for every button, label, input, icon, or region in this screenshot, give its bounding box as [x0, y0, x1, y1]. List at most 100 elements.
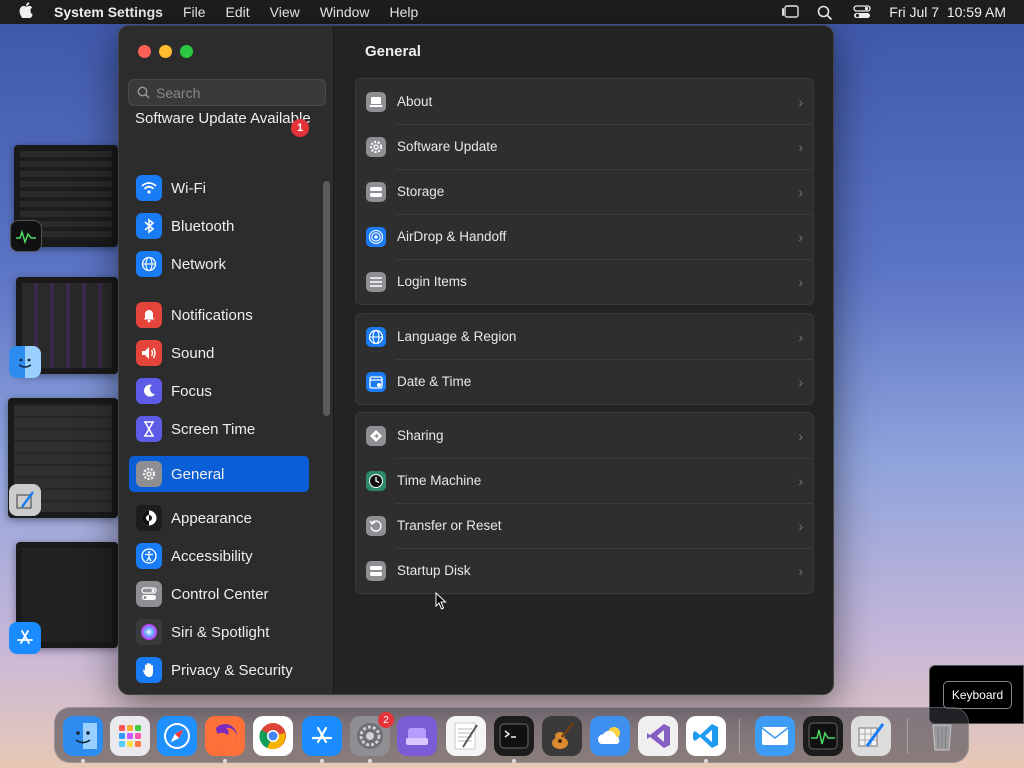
row-date-time[interactable]: Date & Time › — [356, 359, 813, 404]
row-label: Language & Region — [397, 329, 517, 344]
chrome-icon[interactable] — [253, 716, 293, 756]
sidebar-item-screen-time[interactable]: Screen Time — [129, 411, 309, 447]
apple-menu-icon[interactable] — [0, 1, 52, 23]
menu-help[interactable]: Help — [380, 0, 429, 24]
row-airdrop-handoff[interactable]: AirDrop & Handoff › — [356, 214, 813, 259]
running-indicator — [704, 759, 708, 763]
finder-icon[interactable] — [63, 716, 103, 756]
sidebar-item-bluetooth[interactable]: Bluetooth — [129, 208, 309, 244]
spotlight-search-icon[interactable] — [817, 5, 835, 21]
sidebar-item-wi-fi[interactable]: Wi-Fi — [129, 170, 309, 206]
stack-icon[interactable] — [397, 716, 437, 756]
content-pane: General About › Software Update › Storage › Ai… — [334, 26, 833, 694]
chevron-right-icon: › — [798, 94, 803, 110]
speaker-icon — [136, 340, 162, 366]
appearance-icon — [136, 505, 162, 531]
sidebar-item-label: Control Center — [171, 585, 269, 603]
row-software-update[interactable]: Software Update › — [356, 124, 813, 169]
chevron-right-icon: › — [798, 229, 803, 245]
sidebar-item-accessibility[interactable]: Accessibility — [129, 538, 309, 574]
control-center-icon — [136, 581, 162, 607]
vscode-icon[interactable] — [686, 716, 726, 756]
sidebar-item-focus[interactable]: Focus — [129, 373, 309, 409]
menu-file[interactable]: File — [173, 0, 216, 24]
running-indicator — [223, 759, 227, 763]
search-input[interactable] — [156, 84, 316, 101]
hourglass-icon — [136, 416, 162, 442]
firefox-icon[interactable] — [205, 716, 245, 756]
row-language-region[interactable]: Language & Region › — [356, 314, 813, 359]
row-about[interactable]: About › — [356, 79, 813, 124]
chevron-right-icon: › — [798, 184, 803, 200]
sidebar-item-label: Sound — [171, 344, 215, 362]
menubar-clock[interactable]: Fri Jul 7 10:59 AM — [889, 4, 1006, 20]
running-indicator — [320, 759, 324, 763]
sidebar-item-notifications[interactable]: Notifications — [129, 297, 309, 333]
close-window-button[interactable] — [138, 45, 151, 58]
dock-badge: 2 — [378, 712, 394, 728]
row-login-items[interactable]: Login Items › — [356, 259, 813, 304]
system-settings-icon[interactable]: 2 — [350, 712, 394, 756]
row-label: Sharing — [397, 428, 444, 443]
search-field[interactable] — [128, 79, 326, 106]
menu-edit[interactable]: Edit — [216, 0, 260, 24]
calendar-icon — [366, 371, 386, 392]
disk-icon — [366, 560, 386, 581]
sidebar-item-network[interactable]: Network — [129, 246, 309, 282]
sidebar-item-general[interactable]: General — [129, 456, 309, 492]
control-center-icon[interactable] — [853, 5, 871, 19]
row-label: Login Items — [397, 274, 467, 289]
menu-bar: System Settings File Edit View Window He… — [0, 0, 1024, 24]
system-settings-window: Software Update Available 1 Wi-FiBluetoo… — [118, 25, 834, 695]
app-menu[interactable]: System Settings — [52, 0, 173, 24]
sidebar-item-label: Siri & Spotlight — [171, 623, 270, 641]
launchpad-icon[interactable] — [110, 716, 150, 756]
clock-icon — [366, 470, 386, 491]
reset-icon — [366, 515, 386, 536]
menu-view[interactable]: View — [260, 0, 310, 24]
mouse-cursor-icon — [435, 592, 447, 610]
stage-manager-icon[interactable] — [781, 5, 799, 19]
row-label: Transfer or Reset — [397, 518, 502, 533]
sidebar-item-label: Appearance — [171, 509, 252, 527]
textedit-icon[interactable] — [446, 716, 486, 756]
sidebar-item-label: Accessibility — [171, 547, 253, 565]
row-storage[interactable]: Storage › — [356, 169, 813, 214]
activity-monitor-icon — [10, 220, 42, 252]
chevron-right-icon: › — [798, 374, 803, 390]
moon-icon — [136, 378, 162, 404]
sidebar-scrollbar[interactable] — [323, 181, 330, 416]
minimize-window-button[interactable] — [159, 45, 172, 58]
zoom-window-button[interactable] — [180, 45, 193, 58]
terminal-icon[interactable] — [494, 716, 534, 756]
settings-group: Language & Region › Date & Time › — [355, 313, 814, 405]
sidebar-item-sound[interactable]: Sound — [129, 335, 309, 371]
activity-monitor-icon[interactable] — [803, 716, 843, 756]
row-label: Date & Time — [397, 374, 472, 389]
visual-studio-icon[interactable] — [638, 716, 678, 756]
scripteditor-icon[interactable] — [851, 716, 891, 756]
update-badge: 1 — [291, 119, 309, 137]
row-label: Storage — [397, 184, 445, 199]
sidebar-item-siri-spotlight[interactable]: Siri & Spotlight — [129, 614, 309, 650]
keyboard-button[interactable]: Keyboard — [943, 681, 1012, 709]
garageband-icon[interactable] — [542, 716, 582, 756]
row-sharing[interactable]: Sharing › — [356, 413, 813, 458]
menu-window[interactable]: Window — [310, 0, 380, 24]
app-store-icon[interactable] — [302, 716, 342, 756]
sidebar-item-privacy-security[interactable]: Privacy & Security — [129, 652, 309, 688]
weather-icon[interactable] — [590, 716, 630, 756]
dock-separator — [907, 718, 908, 754]
row-time-machine[interactable]: Time Machine › — [356, 458, 813, 503]
mail-icon[interactable] — [755, 716, 795, 756]
dock: 2 — [54, 707, 969, 763]
sidebar-item-appearance[interactable]: Appearance — [129, 500, 309, 536]
trash-icon[interactable] — [922, 716, 962, 756]
sidebar-item-control-center[interactable]: Control Center — [129, 576, 309, 612]
safari-icon[interactable] — [157, 716, 197, 756]
globe-icon — [366, 326, 386, 347]
row-startup-disk[interactable]: Startup Disk › — [356, 548, 813, 593]
row-transfer-or-reset[interactable]: Transfer or Reset › — [356, 503, 813, 548]
chevron-right-icon: › — [798, 563, 803, 579]
running-indicator — [81, 759, 85, 763]
